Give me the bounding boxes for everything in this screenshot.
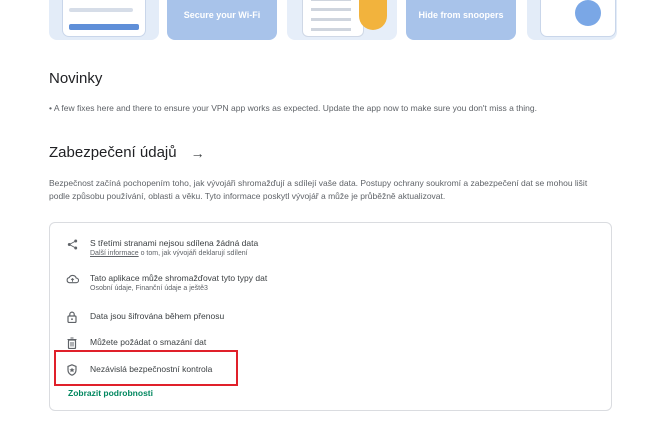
list-item: Tato aplikace může shromažďovat tyto typ… (64, 272, 267, 294)
news-heading: Novinky (49, 70, 103, 87)
screenshot-carousel: Secure your Wi-Fi Hide from snoopers (0, 0, 650, 42)
list-item: Můžete požádat o smazání dat (64, 336, 206, 350)
illustration (575, 0, 601, 26)
data-safety-card: S třetími stranami nejsou sdílena žádná … (49, 222, 612, 411)
item-subtitle: Osobní údaje, Finanční údaje a ještě3 (90, 285, 208, 292)
illustration (359, 0, 387, 30)
data-safety-description: Bezpečnost začíná pochopením toho, jak v… (49, 178, 588, 201)
screenshot-caption: Hide from snoopers (418, 10, 504, 20)
data-safety-title: Zabezpečení údajů (49, 144, 177, 161)
news-text: • A few fixes here and there to ensure y… (49, 103, 537, 113)
shield-icon (64, 363, 80, 377)
screenshot-1[interactable] (49, 0, 159, 40)
list-item: S třetími stranami nejsou sdílena žádná … (64, 237, 258, 259)
learn-more-link[interactable]: Další informace (90, 250, 139, 257)
phone-mockup (303, 0, 363, 36)
screenshot-2[interactable]: Secure your Wi-Fi (167, 0, 277, 40)
item-title: S třetími stranami nejsou sdílena žádná … (90, 238, 259, 248)
see-details-link[interactable]: Zobrazit podrobnosti (68, 388, 153, 398)
screenshot-3[interactable] (287, 0, 397, 40)
screenshot-4[interactable]: Hide from snoopers (406, 0, 516, 40)
item-title: Můžete požádat o smazání dat (90, 337, 207, 347)
item-title: Data jsou šifrována během přenosu (90, 311, 225, 321)
item-title: Nezávislá bezpečnostní kontrola (90, 364, 213, 374)
screenshot-5[interactable] (527, 0, 617, 40)
cloud-upload-icon (64, 272, 80, 286)
item-title: Tato aplikace může shromažďovat tyto typ… (90, 273, 268, 283)
trash-icon (64, 336, 80, 350)
phone-mockup (63, 0, 145, 36)
list-item: Data jsou šifrována během přenosu (64, 310, 224, 324)
screenshot-caption: Secure your Wi-Fi (183, 10, 261, 20)
data-safety-heading[interactable]: Zabezpečení údajů → (49, 144, 205, 161)
arrow-right-icon[interactable]: → (191, 145, 205, 161)
share-icon (64, 237, 80, 251)
item-subtitle: o tom, jak vývojáři deklarují sdílení (138, 250, 248, 257)
list-item: Nezávislá bezpečnostní kontrola (64, 363, 212, 377)
lock-icon (64, 310, 80, 324)
